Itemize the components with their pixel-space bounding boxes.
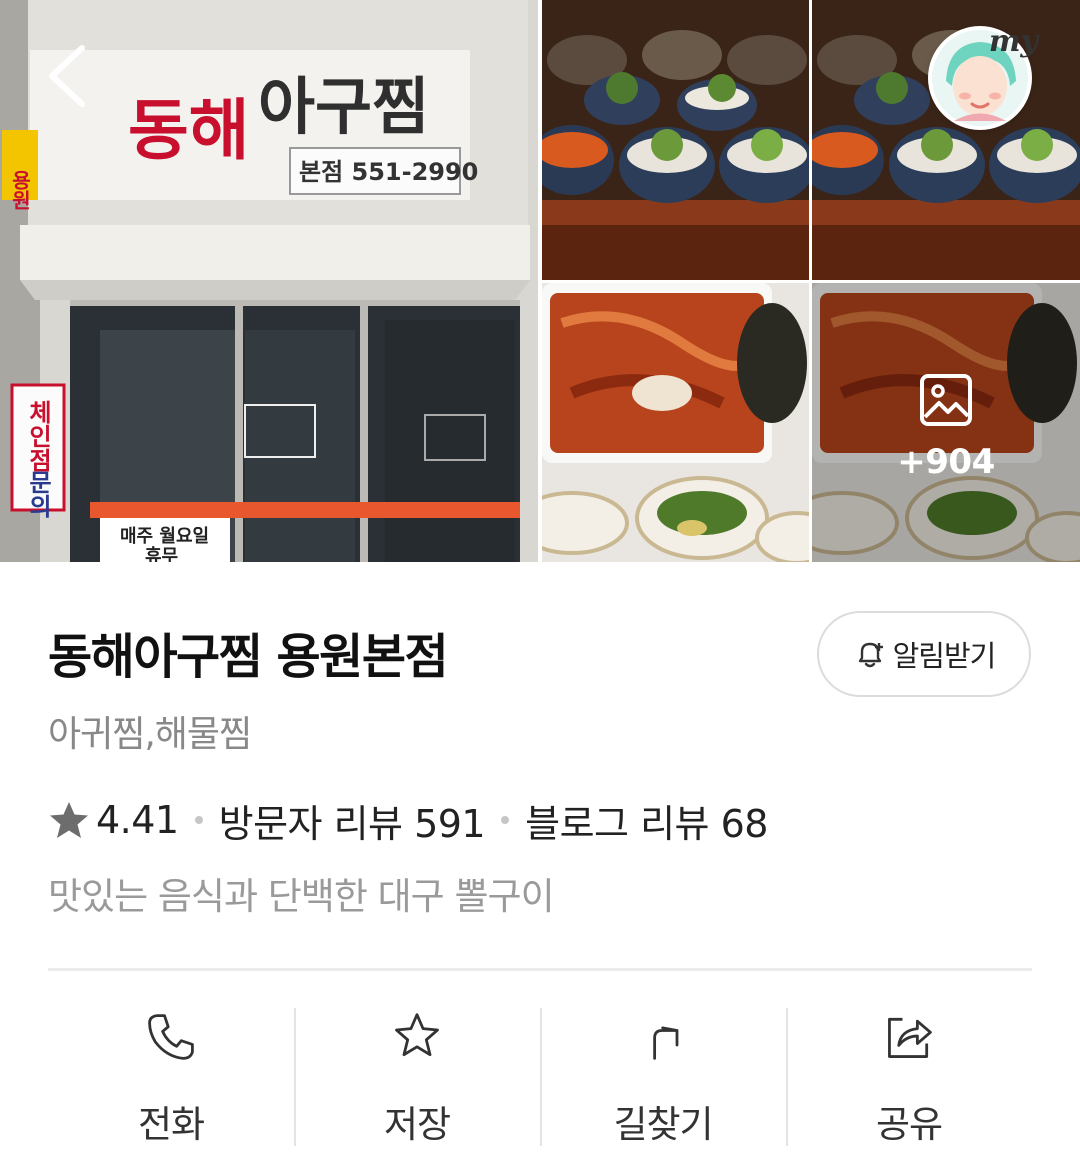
sign-phone: 본점 551-2990: [299, 158, 478, 186]
banner-inquiry: 문의: [24, 470, 52, 518]
alarm-label: 알림받기: [892, 639, 997, 673]
turn-arrow-icon: [653, 1026, 679, 1060]
image-icon: [920, 373, 972, 426]
sign-brand-red: 동해: [128, 92, 249, 169]
banner-chain: 체인점: [24, 400, 52, 472]
review-stats: 4.41 방문자 리뷰 591 블로그 리뷰 68: [48, 793, 768, 848]
directions-button[interactable]: 길찾기: [540, 1008, 786, 1148]
save-button[interactable]: 저장: [294, 1008, 540, 1148]
back-button[interactable]: [38, 40, 98, 110]
bell-plus-icon: [858, 642, 883, 668]
star-icon: [50, 802, 88, 838]
chevron-left-icon: [49, 45, 85, 107]
side-dish-photo-1[interactable]: [542, 0, 809, 280]
door-notice: 매주 월요일: [120, 526, 209, 547]
sign-brand-sub: 용원: [8, 170, 32, 210]
share-button[interactable]: 공유: [786, 1008, 1032, 1148]
visitor-reviews-link[interactable]: 방문자 리뷰 591: [219, 793, 486, 848]
more-photos-overlay[interactable]: +904: [812, 283, 1080, 562]
photo-gallery: 동해 아구찜 용원 본점 551-2990 체인점 문의 매주 월요일 휴무 +…: [0, 0, 1080, 562]
sign-brand-black: 아구찜: [258, 70, 429, 143]
phone-icon: [148, 1014, 194, 1060]
directions-label: 길찾기: [613, 1103, 713, 1146]
place-category: 아귀찜,해물찜: [48, 714, 252, 755]
action-bar: 전화 저장 길찾기 공유: [48, 1008, 1032, 1148]
save-label: 저장: [383, 1103, 451, 1146]
separator-dot: [194, 816, 203, 824]
share-icon: [888, 1017, 932, 1058]
more-photos-count: +904: [897, 441, 995, 482]
call-button[interactable]: 전화: [48, 1008, 294, 1148]
blog-reviews-link[interactable]: 블로그 리뷰 68: [525, 793, 768, 848]
call-label: 전화: [137, 1103, 205, 1146]
agujjim-photo-1[interactable]: [542, 283, 809, 562]
divider: [48, 968, 1032, 971]
place-name: 동해아구찜 용원본점: [48, 629, 449, 685]
separator-dot: [501, 816, 510, 824]
my-label: my: [988, 24, 1038, 59]
alarm-button[interactable]: 알림받기: [817, 611, 1031, 697]
star-outline-icon: [395, 1013, 439, 1057]
place-description: 맛있는 음식과 단백한 대구 뽈구이: [48, 875, 555, 918]
share-label: 공유: [875, 1103, 943, 1146]
my-profile-button[interactable]: my: [928, 24, 1038, 130]
door-notice-2: 휴무: [145, 546, 178, 562]
rating-value: 4.41: [96, 798, 179, 842]
